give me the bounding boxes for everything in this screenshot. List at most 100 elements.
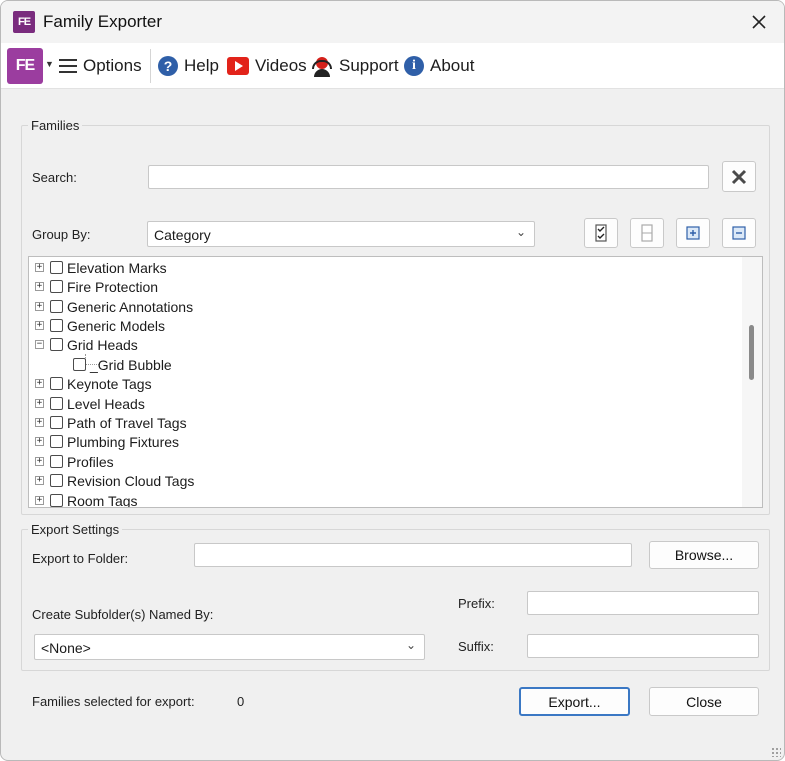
help-icon: ?: [158, 56, 178, 76]
tree-item-generic-annotations[interactable]: + Generic Annotations: [35, 297, 193, 316]
subfolder-select[interactable]: <None> ⌄: [34, 634, 425, 660]
suffix-input[interactable]: [527, 634, 759, 658]
tree-checkbox[interactable]: [50, 338, 63, 351]
expand-icon[interactable]: +: [35, 282, 44, 291]
selected-count-value: 0: [237, 694, 245, 709]
options-button[interactable]: Options: [59, 53, 142, 79]
export-button[interactable]: Export...: [519, 687, 630, 716]
expand-icon[interactable]: +: [35, 321, 44, 330]
chevron-down-icon: ⌄: [515, 225, 526, 239]
toolbar-separator: [150, 49, 151, 83]
tree-item-label: Elevation Marks: [67, 259, 167, 276]
support-label: Support: [339, 56, 399, 75]
scrollbar-thumb[interactable]: [749, 325, 754, 380]
expand-icon[interactable]: +: [35, 399, 44, 408]
tree-checkbox[interactable]: [50, 435, 63, 448]
empty-list-icon: [641, 224, 653, 242]
suffix-label: Suffix:: [458, 639, 494, 654]
tree-checkbox[interactable]: [50, 397, 63, 410]
tree-checkbox[interactable]: [50, 300, 63, 313]
tree-checkbox[interactable]: [50, 455, 63, 468]
tree-item-grid-bubble[interactable]: _Grid Bubble: [73, 355, 172, 374]
tree-item-revision-cloud-tags[interactable]: + Revision Cloud Tags: [35, 471, 194, 490]
expand-icon[interactable]: +: [35, 263, 44, 272]
prefix-label: Prefix:: [458, 596, 495, 611]
tree-item-label: Path of Travel Tags: [67, 414, 187, 431]
tree-checkbox[interactable]: [73, 358, 86, 371]
tree-item-label: _Grid Bubble: [90, 356, 172, 373]
families-group-title: Families: [28, 118, 83, 133]
search-input[interactable]: [148, 165, 709, 189]
expand-icon[interactable]: +: [35, 476, 44, 485]
close-icon: [752, 15, 766, 29]
clear-x-icon: [731, 169, 747, 184]
tree-checkbox[interactable]: [50, 416, 63, 429]
search-label: Search:: [32, 170, 77, 185]
tree-item-room-tags[interactable]: + Room Tags: [35, 491, 138, 508]
tree-item-label: Generic Annotations: [67, 298, 194, 315]
tree-item-grid-heads[interactable]: − Grid Heads: [35, 335, 138, 354]
check-all-button[interactable]: [584, 218, 618, 248]
expand-all-button[interactable]: [676, 218, 710, 248]
tree-item-label: Profiles: [67, 453, 114, 470]
subfolder-label: Create Subfolder(s) Named By:: [32, 607, 214, 622]
videos-button[interactable]: Videos: [227, 53, 307, 79]
expand-icon[interactable]: +: [35, 457, 44, 466]
export-folder-label: Export to Folder:: [32, 551, 129, 566]
uncheck-all-button[interactable]: [630, 218, 664, 248]
expand-icon[interactable]: +: [35, 379, 44, 388]
video-play-icon: [227, 57, 249, 75]
dropdown-caret-icon[interactable]: ▼: [45, 59, 54, 69]
tree-item-keynote-tags[interactable]: + Keynote Tags: [35, 374, 152, 393]
chevron-down-icon: ⌄: [405, 638, 416, 652]
support-button[interactable]: Support: [311, 53, 399, 79]
tree-item-label: Generic Models: [67, 317, 166, 334]
tree-item-label: Level Heads: [67, 395, 145, 412]
tree-item-profiles[interactable]: + Profiles: [35, 452, 114, 471]
expand-icon[interactable]: +: [35, 496, 44, 505]
tree-scrollbar[interactable]: [742, 257, 762, 507]
browse-button[interactable]: Browse...: [649, 541, 759, 569]
close-button[interactable]: Close: [649, 687, 759, 716]
headset-icon: [311, 55, 333, 77]
tree-item-label: Room Tags: [67, 492, 138, 508]
expand-icon[interactable]: +: [35, 418, 44, 427]
about-button[interactable]: i About: [404, 53, 474, 79]
resize-grip-icon[interactable]: [771, 747, 781, 757]
clear-search-button[interactable]: [722, 161, 756, 192]
tree-checkbox[interactable]: [50, 280, 63, 293]
tree-item-generic-models[interactable]: + Generic Models: [35, 316, 165, 335]
list-icon: [59, 58, 77, 74]
family-exporter-window: FE Family Exporter FE ▼ Options ? Help V…: [0, 0, 785, 761]
tree-checkbox[interactable]: [50, 494, 63, 507]
app-menu-button[interactable]: FE: [7, 48, 43, 84]
help-label: Help: [184, 56, 219, 75]
tree-checkbox[interactable]: [50, 261, 63, 274]
about-label: About: [430, 56, 475, 75]
tree-item-fire-protection[interactable]: + Fire Protection: [35, 277, 158, 296]
tree-checkbox[interactable]: [50, 474, 63, 487]
group-by-value: Category: [154, 227, 211, 243]
expand-icon[interactable]: +: [35, 302, 44, 311]
close-window-button[interactable]: [744, 7, 774, 37]
collapse-icon[interactable]: −: [35, 340, 44, 349]
tree-item-elevation-marks[interactable]: + Elevation Marks: [35, 258, 167, 277]
tree-item-label: Grid Heads: [67, 336, 138, 353]
videos-label: Videos: [255, 56, 307, 75]
tree-item-plumbing-fixtures[interactable]: + Plumbing Fixtures: [35, 432, 179, 451]
prefix-input[interactable]: [527, 591, 759, 615]
help-button[interactable]: ? Help: [158, 53, 219, 79]
families-tree[interactable]: + Elevation Marks + Fire Protection + Ge…: [28, 256, 763, 508]
expand-icon[interactable]: +: [35, 437, 44, 446]
export-settings-title: Export Settings: [28, 522, 123, 537]
subfolder-value: <None>: [41, 640, 91, 656]
window-title: Family Exporter: [43, 12, 163, 31]
export-folder-input[interactable]: [194, 543, 632, 567]
tree-item-level-heads[interactable]: + Level Heads: [35, 394, 145, 413]
tree-checkbox[interactable]: [50, 319, 63, 332]
collapse-all-button[interactable]: [722, 218, 756, 248]
group-by-select[interactable]: Category ⌄: [147, 221, 535, 247]
tree-item-path-of-travel-tags[interactable]: + Path of Travel Tags: [35, 413, 187, 432]
tree-checkbox[interactable]: [50, 377, 63, 390]
title-bar: FE Family Exporter: [1, 1, 784, 43]
